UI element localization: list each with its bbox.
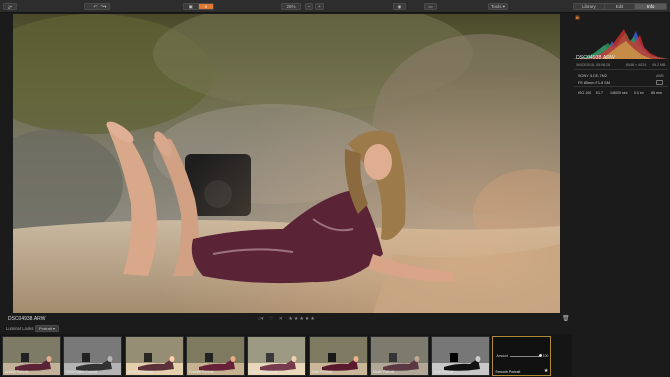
star-icon[interactable]: ★: [288, 316, 292, 322]
wb-icon: [656, 80, 663, 85]
look-label: Dreamy Portrait: [127, 370, 153, 374]
add-photos-button[interactable]: ⤓▾: [3, 3, 17, 10]
star-icon[interactable]: ★: [305, 316, 309, 322]
zoom-dropdown[interactable]: 26%: [281, 3, 301, 10]
tab-info[interactable]: Info: [635, 4, 666, 9]
view-mode-toggle: ▣ ≡: [183, 3, 214, 10]
color-label-icon[interactable]: ○▾: [258, 316, 264, 322]
info-panel: ▣ DSC04938.ARW 06/03/2018, 05:08:28 6048…: [572, 14, 670, 377]
tools-label: Tools: [490, 4, 502, 9]
chevron-down-icon: ▾: [53, 326, 56, 331]
look-thumbnail[interactable]: Noir Portrait: [431, 336, 491, 376]
info-format: AWB: [656, 74, 664, 78]
slider-thumb[interactable]: [538, 354, 542, 357]
mode-tabs: Library Edit Info: [573, 3, 667, 10]
crop-icon: ▭: [428, 3, 433, 9]
looks-filmstrip: Artistic Portrait B&W Matte Portrait Dre…: [0, 334, 572, 377]
zoom-out-button[interactable]: −: [305, 3, 313, 10]
look-thumbnail[interactable]: Artistic Portrait: [2, 336, 61, 376]
divider: [574, 69, 668, 70]
look-thumbnail[interactable]: Matte Portrait: [369, 336, 429, 376]
slider-value: 100: [542, 354, 549, 358]
info-dimensions: 6048 × 4024: [626, 63, 647, 67]
zoom-in-button[interactable]: +: [315, 3, 324, 10]
look-label: Smooth Portrait: [495, 370, 521, 374]
star-icon[interactable]: ★: [299, 316, 303, 322]
looks-category: Portrait: [39, 326, 52, 331]
look-label: B&W Matte Portrait: [66, 370, 98, 374]
info-ev: 0.0 ev: [634, 91, 644, 95]
single-view-button[interactable]: ▣: [184, 4, 199, 9]
look-thumbnail[interactable]: Male Portrait: [308, 336, 368, 376]
look-label: High Key Portrait: [250, 370, 278, 374]
look-label: Artistic Portrait: [5, 370, 29, 374]
divider: [574, 86, 668, 87]
tools-dropdown[interactable]: Tools ▾: [488, 3, 508, 10]
looks-category-dropdown[interactable]: Portrait ▾: [35, 325, 60, 332]
info-filename: DSC04938.ARW: [576, 55, 615, 61]
info-aperture: f/1.7: [596, 91, 603, 95]
trash-icon[interactable]: 🗑: [562, 315, 570, 322]
tab-edit[interactable]: Edit: [604, 4, 636, 9]
photo-canvas[interactable]: [13, 14, 560, 313]
top-toolbar: ⤓▾ ↶ ▾ ↷▾ ▣ ≡ 26% − + ◉ ▭ Tools ▾ Librar…: [0, 0, 670, 13]
look-label: Female Portrait: [188, 370, 214, 374]
info-lens: FE 85mm F1.8 SM: [578, 81, 610, 85]
zoom-value: 26%: [286, 4, 296, 9]
look-label: Male Portrait: [311, 370, 332, 374]
look-thumbnail[interactable]: Female Portrait: [185, 336, 245, 376]
info-date: 06/03/2018, 05:08:28: [576, 63, 610, 67]
slider-track[interactable]: [510, 354, 542, 357]
filmstrip-view-button[interactable]: ≡: [198, 4, 213, 9]
crop-button[interactable]: ▭: [424, 3, 437, 10]
compare-button[interactable]: ◉: [393, 3, 406, 10]
info-focal: 85 mm: [651, 91, 662, 95]
heart-icon[interactable]: ♡: [269, 316, 273, 322]
minus-icon: −: [307, 4, 311, 9]
look-thumbnail[interactable]: Dreamy Portrait: [124, 336, 184, 376]
histogram-toggle-icon[interactable]: ▣: [575, 15, 580, 21]
slider-label: Amount: [496, 354, 509, 358]
star-icon[interactable]: ★: [294, 316, 298, 322]
download-icon: ⤓▾: [8, 4, 12, 9]
star-rating[interactable]: ★★★★★: [284, 316, 314, 322]
single-view-icon: ▣: [188, 3, 193, 9]
chevron-down-icon: ▾: [501, 3, 506, 9]
looks-header: Luminar Looks Portrait ▾: [0, 324, 572, 334]
info-iso: ISO 100: [578, 91, 592, 95]
look-label: Noir Portrait: [434, 370, 454, 374]
favorite-star-icon[interactable]: ★: [544, 368, 548, 374]
photo-info-bar: DSC04938.ARW ○▾ ♡ ✕ ★★★★★ 🗑: [0, 313, 572, 324]
look-label: Matte Portrait: [372, 370, 395, 374]
look-amount-slider[interactable]: Amount 100: [496, 354, 548, 358]
filmstrip-icon: ≡: [204, 4, 208, 9]
info-shutter: 1/8000 sec: [610, 91, 628, 95]
looks-title: Luminar Looks: [6, 326, 34, 331]
histogram: [572, 29, 668, 59]
tab-library[interactable]: Library: [574, 4, 605, 9]
star-icon[interactable]: ★: [310, 316, 314, 322]
look-thumbnail[interactable]: B&W Matte Portrait: [63, 336, 123, 376]
plus-icon: +: [318, 4, 321, 9]
look-thumbnail[interactable]: Smooth Portrait Amount 100 ★: [492, 336, 552, 376]
info-camera: SONY ILCE-7M2: [578, 74, 607, 78]
reject-icon[interactable]: ✕: [279, 316, 283, 322]
rating-controls: ○▾ ♡ ✕ ★★★★★: [258, 316, 315, 322]
eye-icon: ◉: [397, 3, 402, 9]
redo-icon: ↷▾: [100, 3, 107, 9]
redo-button[interactable]: ↷▾: [97, 3, 110, 10]
photo-image: [13, 14, 560, 313]
footer-filename: DSC04938.ARW: [8, 316, 46, 322]
info-filesize: 49.2 MB: [652, 63, 666, 67]
look-thumbnail[interactable]: High Key Portrait: [247, 336, 307, 376]
